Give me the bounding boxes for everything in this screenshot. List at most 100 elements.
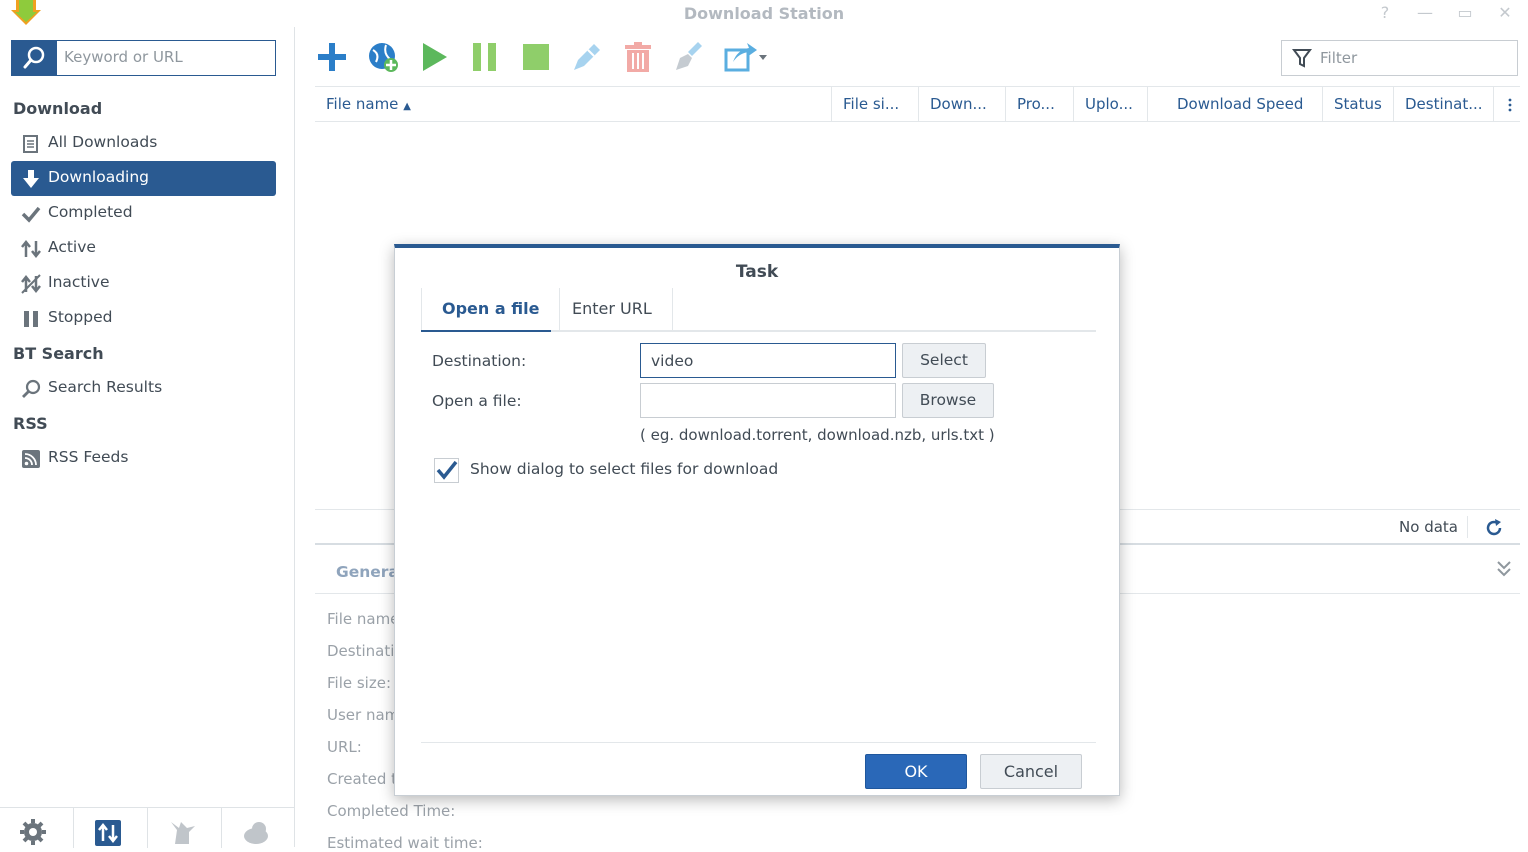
edit-icon[interactable] bbox=[570, 40, 604, 74]
transfer-icon bbox=[95, 820, 121, 846]
show-dialog-label: Show dialog to select files for download bbox=[470, 460, 779, 478]
file-type-hint: ( eg. download.torrent, download.nzb, ur… bbox=[640, 426, 995, 444]
tab-general[interactable]: Genera bbox=[336, 563, 399, 581]
minimize-icon[interactable]: — bbox=[1414, 3, 1436, 23]
keyword-url-input[interactable] bbox=[64, 48, 264, 66]
emule-tab[interactable] bbox=[148, 808, 222, 848]
donkey-icon bbox=[171, 822, 195, 844]
sidebar-item-active[interactable]: Active bbox=[11, 231, 276, 266]
dialog-title: Task bbox=[735, 262, 779, 282]
rss-icon bbox=[22, 450, 40, 468]
document-icon bbox=[23, 135, 38, 153]
keyword-search-box bbox=[11, 40, 276, 76]
dialog-tabs: Open a file Enter URL bbox=[421, 288, 1096, 332]
sidebar-item-rss-feeds[interactable]: RSS Feeds bbox=[11, 441, 276, 476]
detail-label: Completed Time: bbox=[327, 802, 456, 820]
download-list-header: File name ▲ File si... Down... Pro... Up… bbox=[315, 86, 1520, 122]
transfers-tab[interactable] bbox=[74, 808, 148, 848]
detail-label: URL: bbox=[327, 738, 362, 756]
filter-input[interactable] bbox=[1320, 49, 1510, 67]
active-tab-indicator bbox=[421, 330, 551, 332]
column-status[interactable]: Status bbox=[1323, 87, 1394, 121]
maximize-icon[interactable]: ▭ bbox=[1454, 3, 1476, 23]
column-destination[interactable]: Destinat... bbox=[1394, 87, 1494, 121]
add-url-icon[interactable] bbox=[366, 40, 400, 74]
delete-icon[interactable] bbox=[621, 40, 655, 74]
section-rss: RSS bbox=[13, 414, 48, 433]
sort-ascending-icon: ▲ bbox=[403, 101, 411, 112]
detail-label: File size: bbox=[327, 674, 392, 692]
sidebar-item-label: Completed bbox=[48, 203, 133, 221]
sidebar-item-label: All Downloads bbox=[48, 133, 158, 151]
close-icon[interactable]: ✕ bbox=[1494, 3, 1516, 23]
task-dialog: Task Open a file Enter URL Destination: … bbox=[394, 244, 1120, 796]
filter-icon bbox=[1292, 49, 1312, 68]
sidebar-item-label: Downloading bbox=[48, 168, 150, 186]
pause-icon bbox=[24, 311, 38, 327]
sidebar-item-search-results[interactable]: Search Results bbox=[11, 371, 276, 406]
show-dialog-checkbox[interactable] bbox=[434, 458, 459, 483]
detail-label: User nam bbox=[327, 706, 400, 724]
sidebar-item-inactive[interactable]: Inactive bbox=[11, 266, 276, 301]
sidebar-bottom-tabs bbox=[0, 807, 296, 848]
column-downloaded[interactable]: Down... bbox=[919, 87, 1006, 121]
collapse-icon[interactable] bbox=[1496, 560, 1512, 578]
search-icon bbox=[22, 379, 41, 398]
column-progress[interactable]: Pro... bbox=[1006, 87, 1074, 121]
column-menu-icon[interactable] bbox=[1500, 96, 1520, 114]
sidebar-item-downloading[interactable]: Downloading bbox=[11, 161, 276, 196]
detail-label: Created t bbox=[327, 770, 398, 788]
sidebar-item-label: Search Results bbox=[48, 378, 163, 396]
settings-tab[interactable] bbox=[0, 808, 74, 848]
pause-button-icon[interactable] bbox=[468, 40, 502, 74]
clear-completed-icon[interactable] bbox=[672, 40, 706, 74]
select-button[interactable]: Select bbox=[902, 343, 986, 378]
checkmark-icon bbox=[21, 206, 41, 223]
share-icon[interactable] bbox=[723, 40, 769, 74]
no-data-label: No data bbox=[1399, 518, 1458, 536]
section-download: Download bbox=[13, 99, 103, 118]
detail-label: Estimated wait time: bbox=[327, 834, 483, 852]
open-file-field[interactable] bbox=[640, 383, 896, 418]
column-download-speed[interactable]: Download Speed bbox=[1148, 87, 1323, 121]
sidebar-item-completed[interactable]: Completed bbox=[11, 196, 276, 231]
download-arrow-icon bbox=[23, 170, 39, 188]
search-icon bbox=[23, 46, 45, 69]
detail-label: Destinati bbox=[327, 642, 395, 660]
sidebar-item-all-downloads[interactable]: All Downloads bbox=[11, 126, 276, 161]
checkmark-icon bbox=[436, 460, 458, 480]
refresh-icon[interactable] bbox=[1484, 518, 1504, 538]
sidebar-item-label: Inactive bbox=[48, 273, 110, 291]
dialog-footer-divider bbox=[421, 742, 1096, 743]
title-bar: Download Station ? — ▭ ✕ bbox=[0, 0, 1528, 27]
browse-button[interactable]: Browse bbox=[902, 383, 994, 418]
ok-button[interactable]: OK bbox=[865, 754, 967, 789]
cancel-button[interactable]: Cancel bbox=[980, 754, 1082, 789]
sidebar-item-label: Stopped bbox=[48, 308, 113, 326]
tab-open-file[interactable]: Open a file bbox=[421, 288, 561, 330]
column-label: File name bbox=[326, 95, 399, 113]
gear-icon bbox=[20, 819, 46, 845]
column-file-name[interactable]: File name ▲ bbox=[315, 87, 832, 121]
destination-field[interactable] bbox=[640, 343, 896, 378]
search-button[interactable] bbox=[12, 41, 57, 75]
stop-icon[interactable] bbox=[519, 40, 553, 74]
filter-box bbox=[1281, 40, 1518, 76]
add-icon[interactable] bbox=[315, 40, 349, 74]
section-bt-search: BT Search bbox=[13, 344, 104, 363]
open-file-label: Open a file: bbox=[432, 392, 522, 410]
sidebar: Download All Downloads Downloading Compl… bbox=[0, 27, 296, 848]
sidebar-item-label: RSS Feeds bbox=[48, 448, 129, 466]
tab-enter-url[interactable]: Enter URL bbox=[552, 288, 673, 330]
sidebar-item-label: Active bbox=[48, 238, 96, 256]
cloud-tab[interactable] bbox=[222, 808, 296, 848]
window-title: Download Station bbox=[683, 4, 845, 23]
column-file-size[interactable]: File si... bbox=[832, 87, 919, 121]
destination-label: Destination: bbox=[432, 352, 527, 370]
resume-icon[interactable] bbox=[417, 40, 451, 74]
column-uploaded[interactable]: Uplo... bbox=[1074, 87, 1148, 121]
help-icon[interactable]: ? bbox=[1374, 3, 1396, 23]
sidebar-item-stopped[interactable]: Stopped bbox=[11, 301, 276, 336]
up-down-arrows-icon bbox=[21, 239, 41, 259]
inactive-arrows-icon bbox=[21, 274, 41, 294]
